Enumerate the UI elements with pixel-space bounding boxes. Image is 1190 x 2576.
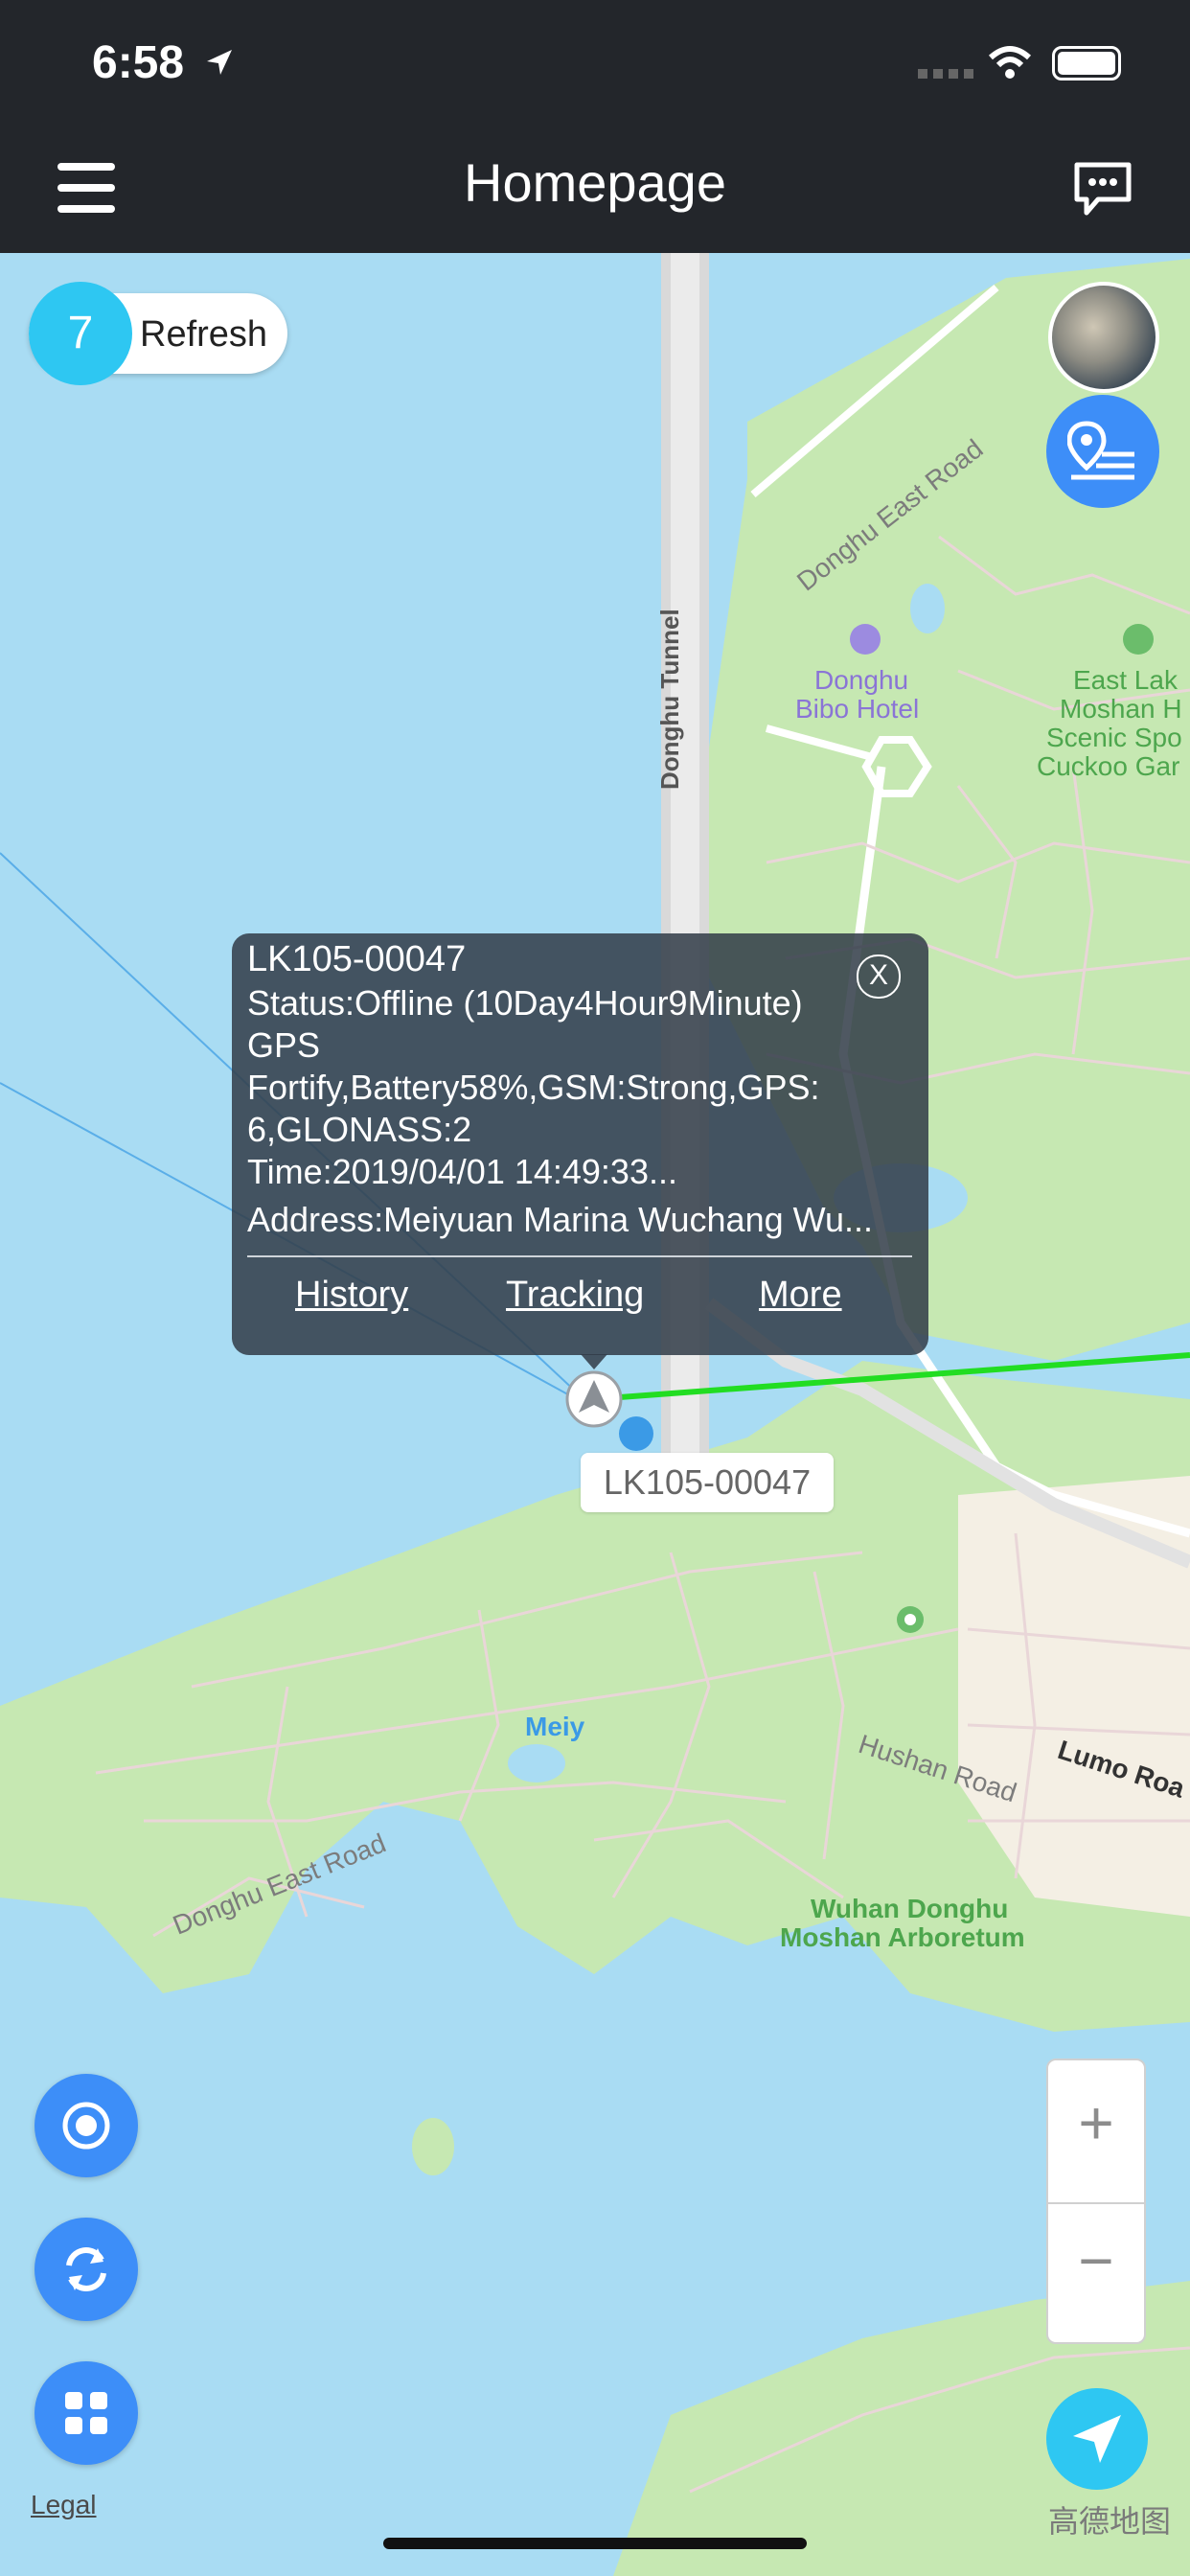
map-canvas [0,253,1190,2576]
sync-icon [66,2247,106,2291]
cellular-signal-icon [918,69,975,79]
map-label-scenic-1: East Lak [1073,665,1178,695]
zoom-in-button[interactable]: + [1048,2087,1144,2158]
popup-close-button[interactable]: X [857,954,901,999]
battery-icon [1052,46,1121,80]
map-view[interactable]: Donghu East Road Donghu Tunnel Donghu Bi… [0,253,1190,2576]
map-label-marina: Meiy [525,1712,585,1741]
zoom-control: + − [1046,2058,1146,2344]
refresh-button[interactable]: 7 Refresh [29,282,287,385]
zoom-out-button[interactable]: − [1048,2225,1144,2296]
status-time: 6:58 [92,37,185,88]
popup-pointer [581,1354,607,1369]
grid-menu-icon [65,2392,107,2434]
more-link[interactable]: More [759,1275,842,1316]
popup-mode: GPS [247,1025,321,1065]
map-label-hotel: Donghu [814,665,909,695]
sync-button[interactable] [34,2218,138,2321]
map-label-scenic-3: Scenic Spo [1046,723,1182,752]
satellite-layer-icon [1052,286,1156,389]
popup-time: Time:2019/04/01 14:49:33... [247,1152,677,1191]
map-attribution: 高德地图 [1048,2504,1172,2539]
popup-details: Fortify,Battery58%,GSM:Strong,GPS: [247,1068,820,1107]
map-label-tunnel: Donghu Tunnel [655,609,684,790]
map-label-scenic-2: Moshan H [1060,694,1182,724]
map-label-arboretum-1: Wuhan Donghu [811,1894,1009,1923]
zoom-divider [1048,2202,1144,2204]
map-label-scenic-4: Cuckoo Gar [1037,751,1180,781]
target-button[interactable] [34,2074,138,2177]
locate-me-button[interactable] [1046,2388,1148,2490]
tracking-link[interactable]: Tracking [506,1275,644,1316]
refresh-countdown: 7 [29,282,132,385]
home-indicator [383,2538,807,2549]
location-arrow-icon [207,50,232,75]
device-marker-label[interactable]: LK105-00047 [581,1453,834,1512]
map-label-arboretum-2: Moshan Arboretum [780,1922,1025,1952]
history-link[interactable]: History [295,1275,408,1316]
popup-status: Status:Offline (10Day4Hour9Minute) [247,983,803,1023]
legal-link[interactable]: Legal [31,2490,97,2520]
navigation-arrow-icon [1073,2415,1121,2463]
satellite-layer-button[interactable] [1048,282,1159,393]
chat-bubble-icon[interactable] [1073,161,1133,217]
grid-menu-button[interactable] [34,2361,138,2465]
popup-details-line2: 6,GLONASS:2 [247,1110,472,1149]
popup-address: Address:Meiyuan Marina Wuchang Wu... [247,1200,873,1239]
map-label-hotel-line2: Bibo Hotel [795,694,920,724]
route-list-icon [1067,421,1134,480]
page-title: Homepage [464,152,726,213]
popup-divider [247,1255,912,1257]
wifi-icon [988,46,1032,79]
device-info-popup: LK105-00047 Status:Offline (10Day4Hour9M… [232,933,928,1355]
refresh-label: Refresh [140,314,268,355]
popup-device-name: LK105-00047 [247,939,467,979]
target-icon [62,2102,110,2150]
route-list-button[interactable] [1046,395,1159,508]
